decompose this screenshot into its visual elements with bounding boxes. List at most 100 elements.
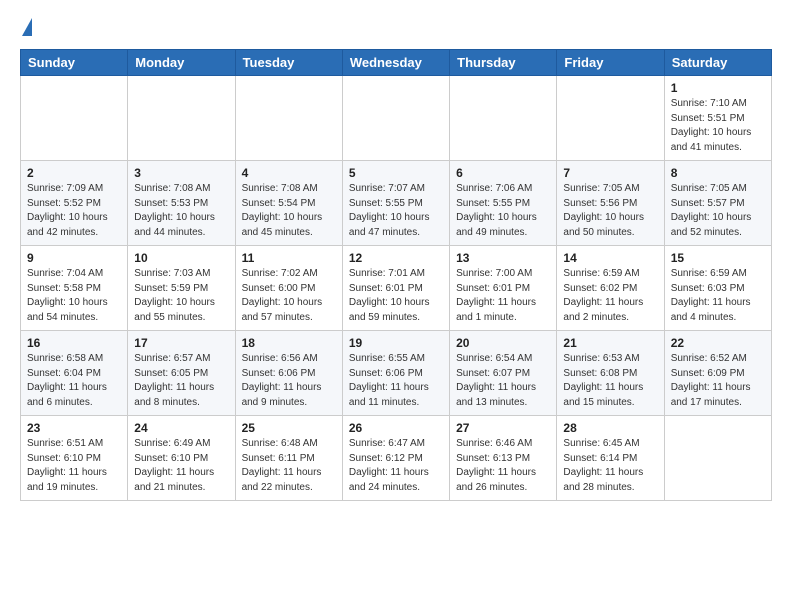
day-number: 26 xyxy=(349,421,443,435)
day-info: Sunrise: 7:10 AM Sunset: 5:51 PM Dayligh… xyxy=(671,97,765,155)
day-number: 10 xyxy=(134,251,228,265)
weekday-header-thursday: Thursday xyxy=(450,50,557,76)
day-number: 9 xyxy=(27,251,121,265)
day-info: Sunrise: 6:47 AM Sunset: 6:12 PM Dayligh… xyxy=(349,437,443,495)
day-number: 12 xyxy=(349,251,443,265)
day-number: 27 xyxy=(456,421,550,435)
calendar-cell: 4 Sunrise: 7:08 AM Sunset: 5:54 PM Daylig… xyxy=(235,161,342,246)
calendar-cell: 1 Sunrise: 7:10 AM Sunset: 5:51 PM Daylig… xyxy=(664,76,771,161)
weekday-header-friday: Friday xyxy=(557,50,664,76)
day-info: Sunrise: 6:52 AM Sunset: 6:09 PM Dayligh… xyxy=(671,352,765,410)
calendar-week-row: 2 Sunrise: 7:09 AM Sunset: 5:52 PM Daylig… xyxy=(21,161,772,246)
calendar-cell: 20 Sunrise: 6:54 AM Sunset: 6:07 PM Dayli… xyxy=(450,331,557,416)
calendar-cell: 14 Sunrise: 6:59 AM Sunset: 6:02 PM Dayli… xyxy=(557,246,664,331)
day-number: 4 xyxy=(242,166,336,180)
day-number: 13 xyxy=(456,251,550,265)
day-info: Sunrise: 6:56 AM Sunset: 6:06 PM Dayligh… xyxy=(242,352,336,410)
day-number: 11 xyxy=(242,251,336,265)
calendar-table: SundayMondayTuesdayWednesdayThursdayFrid… xyxy=(20,49,772,501)
calendar-cell: 23 Sunrise: 6:51 AM Sunset: 6:10 PM Dayli… xyxy=(21,416,128,501)
calendar-cell: 3 Sunrise: 7:08 AM Sunset: 5:53 PM Daylig… xyxy=(128,161,235,246)
calendar-cell: 6 Sunrise: 7:06 AM Sunset: 5:55 PM Daylig… xyxy=(450,161,557,246)
calendar-cell: 12 Sunrise: 7:01 AM Sunset: 6:01 PM Dayli… xyxy=(342,246,449,331)
day-info: Sunrise: 6:58 AM Sunset: 6:04 PM Dayligh… xyxy=(27,352,121,410)
day-info: Sunrise: 7:05 AM Sunset: 5:57 PM Dayligh… xyxy=(671,182,765,240)
logo xyxy=(20,18,32,39)
day-info: Sunrise: 7:03 AM Sunset: 5:59 PM Dayligh… xyxy=(134,267,228,325)
calendar-cell: 11Sunrise: 7:02 AM Sunset: 6:00 PM Dayli… xyxy=(235,246,342,331)
calendar-cell xyxy=(664,416,771,501)
day-info: Sunrise: 7:00 AM Sunset: 6:01 PM Dayligh… xyxy=(456,267,550,325)
day-number: 8 xyxy=(671,166,765,180)
weekday-header-sunday: Sunday xyxy=(21,50,128,76)
day-number: 7 xyxy=(563,166,657,180)
calendar-cell: 27 Sunrise: 6:46 AM Sunset: 6:13 PM Dayli… xyxy=(450,416,557,501)
day-info: Sunrise: 6:53 AM Sunset: 6:08 PM Dayligh… xyxy=(563,352,657,410)
calendar-cell xyxy=(557,76,664,161)
calendar-cell: 28Sunrise: 6:45 AM Sunset: 6:14 PM Dayli… xyxy=(557,416,664,501)
day-number: 6 xyxy=(456,166,550,180)
weekday-header-wednesday: Wednesday xyxy=(342,50,449,76)
calendar-week-row: 9 Sunrise: 7:04 AM Sunset: 5:58 PM Daylig… xyxy=(21,246,772,331)
calendar-cell: 5Sunrise: 7:07 AM Sunset: 5:55 PM Daylig… xyxy=(342,161,449,246)
page: SundayMondayTuesdayWednesdayThursdayFrid… xyxy=(0,0,792,519)
day-number: 16 xyxy=(27,336,121,350)
calendar-cell: 9 Sunrise: 7:04 AM Sunset: 5:58 PM Daylig… xyxy=(21,246,128,331)
logo-triangle-icon xyxy=(22,18,32,36)
calendar-cell: 24 Sunrise: 6:49 AM Sunset: 6:10 PM Dayli… xyxy=(128,416,235,501)
day-info: Sunrise: 7:01 AM Sunset: 6:01 PM Dayligh… xyxy=(349,267,443,325)
day-number: 5 xyxy=(349,166,443,180)
calendar-week-row: 1 Sunrise: 7:10 AM Sunset: 5:51 PM Daylig… xyxy=(21,76,772,161)
day-number: 23 xyxy=(27,421,121,435)
day-number: 14 xyxy=(563,251,657,265)
day-number: 3 xyxy=(134,166,228,180)
calendar-cell xyxy=(21,76,128,161)
day-info: Sunrise: 6:49 AM Sunset: 6:10 PM Dayligh… xyxy=(134,437,228,495)
day-number: 22 xyxy=(671,336,765,350)
day-info: Sunrise: 6:59 AM Sunset: 6:02 PM Dayligh… xyxy=(563,267,657,325)
calendar-cell: 16 Sunrise: 6:58 AM Sunset: 6:04 PM Dayli… xyxy=(21,331,128,416)
calendar-cell xyxy=(342,76,449,161)
day-number: 18 xyxy=(242,336,336,350)
day-number: 24 xyxy=(134,421,228,435)
calendar-cell: 21 Sunrise: 6:53 AM Sunset: 6:08 PM Dayli… xyxy=(557,331,664,416)
day-info: Sunrise: 7:04 AM Sunset: 5:58 PM Dayligh… xyxy=(27,267,121,325)
weekday-header-tuesday: Tuesday xyxy=(235,50,342,76)
day-number: 17 xyxy=(134,336,228,350)
calendar-cell: 15Sunrise: 6:59 AM Sunset: 6:03 PM Dayli… xyxy=(664,246,771,331)
calendar-cell: 26 Sunrise: 6:47 AM Sunset: 6:12 PM Dayli… xyxy=(342,416,449,501)
calendar-cell: 7 Sunrise: 7:05 AM Sunset: 5:56 PM Daylig… xyxy=(557,161,664,246)
day-number: 21 xyxy=(563,336,657,350)
day-number: 2 xyxy=(27,166,121,180)
calendar-cell: 8 Sunrise: 7:05 AM Sunset: 5:57 PM Daylig… xyxy=(664,161,771,246)
day-info: Sunrise: 7:09 AM Sunset: 5:52 PM Dayligh… xyxy=(27,182,121,240)
calendar-cell: 10 Sunrise: 7:03 AM Sunset: 5:59 PM Dayli… xyxy=(128,246,235,331)
calendar-week-row: 23 Sunrise: 6:51 AM Sunset: 6:10 PM Dayli… xyxy=(21,416,772,501)
day-number: 15 xyxy=(671,251,765,265)
calendar-week-row: 16 Sunrise: 6:58 AM Sunset: 6:04 PM Dayli… xyxy=(21,331,772,416)
day-info: Sunrise: 6:51 AM Sunset: 6:10 PM Dayligh… xyxy=(27,437,121,495)
calendar-cell xyxy=(450,76,557,161)
calendar-cell xyxy=(128,76,235,161)
day-info: Sunrise: 6:46 AM Sunset: 6:13 PM Dayligh… xyxy=(456,437,550,495)
calendar-cell: 18 Sunrise: 6:56 AM Sunset: 6:06 PM Dayli… xyxy=(235,331,342,416)
calendar-cell xyxy=(235,76,342,161)
day-info: Sunrise: 7:08 AM Sunset: 5:53 PM Dayligh… xyxy=(134,182,228,240)
day-number: 20 xyxy=(456,336,550,350)
day-info: Sunrise: 7:06 AM Sunset: 5:55 PM Dayligh… xyxy=(456,182,550,240)
calendar-cell: 13 Sunrise: 7:00 AM Sunset: 6:01 PM Dayli… xyxy=(450,246,557,331)
day-info: Sunrise: 6:55 AM Sunset: 6:06 PM Dayligh… xyxy=(349,352,443,410)
day-info: Sunrise: 7:08 AM Sunset: 5:54 PM Dayligh… xyxy=(242,182,336,240)
day-info: Sunrise: 6:54 AM Sunset: 6:07 PM Dayligh… xyxy=(456,352,550,410)
day-info: Sunrise: 7:05 AM Sunset: 5:56 PM Dayligh… xyxy=(563,182,657,240)
day-info: Sunrise: 6:57 AM Sunset: 6:05 PM Dayligh… xyxy=(134,352,228,410)
day-number: 28 xyxy=(563,421,657,435)
calendar-header-row: SundayMondayTuesdayWednesdayThursdayFrid… xyxy=(21,50,772,76)
weekday-header-saturday: Saturday xyxy=(664,50,771,76)
day-number: 1 xyxy=(671,81,765,95)
header xyxy=(20,18,772,39)
day-number: 25 xyxy=(242,421,336,435)
calendar-cell: 25Sunrise: 6:48 AM Sunset: 6:11 PM Dayli… xyxy=(235,416,342,501)
calendar-cell: 22 Sunrise: 6:52 AM Sunset: 6:09 PM Dayli… xyxy=(664,331,771,416)
day-number: 19 xyxy=(349,336,443,350)
